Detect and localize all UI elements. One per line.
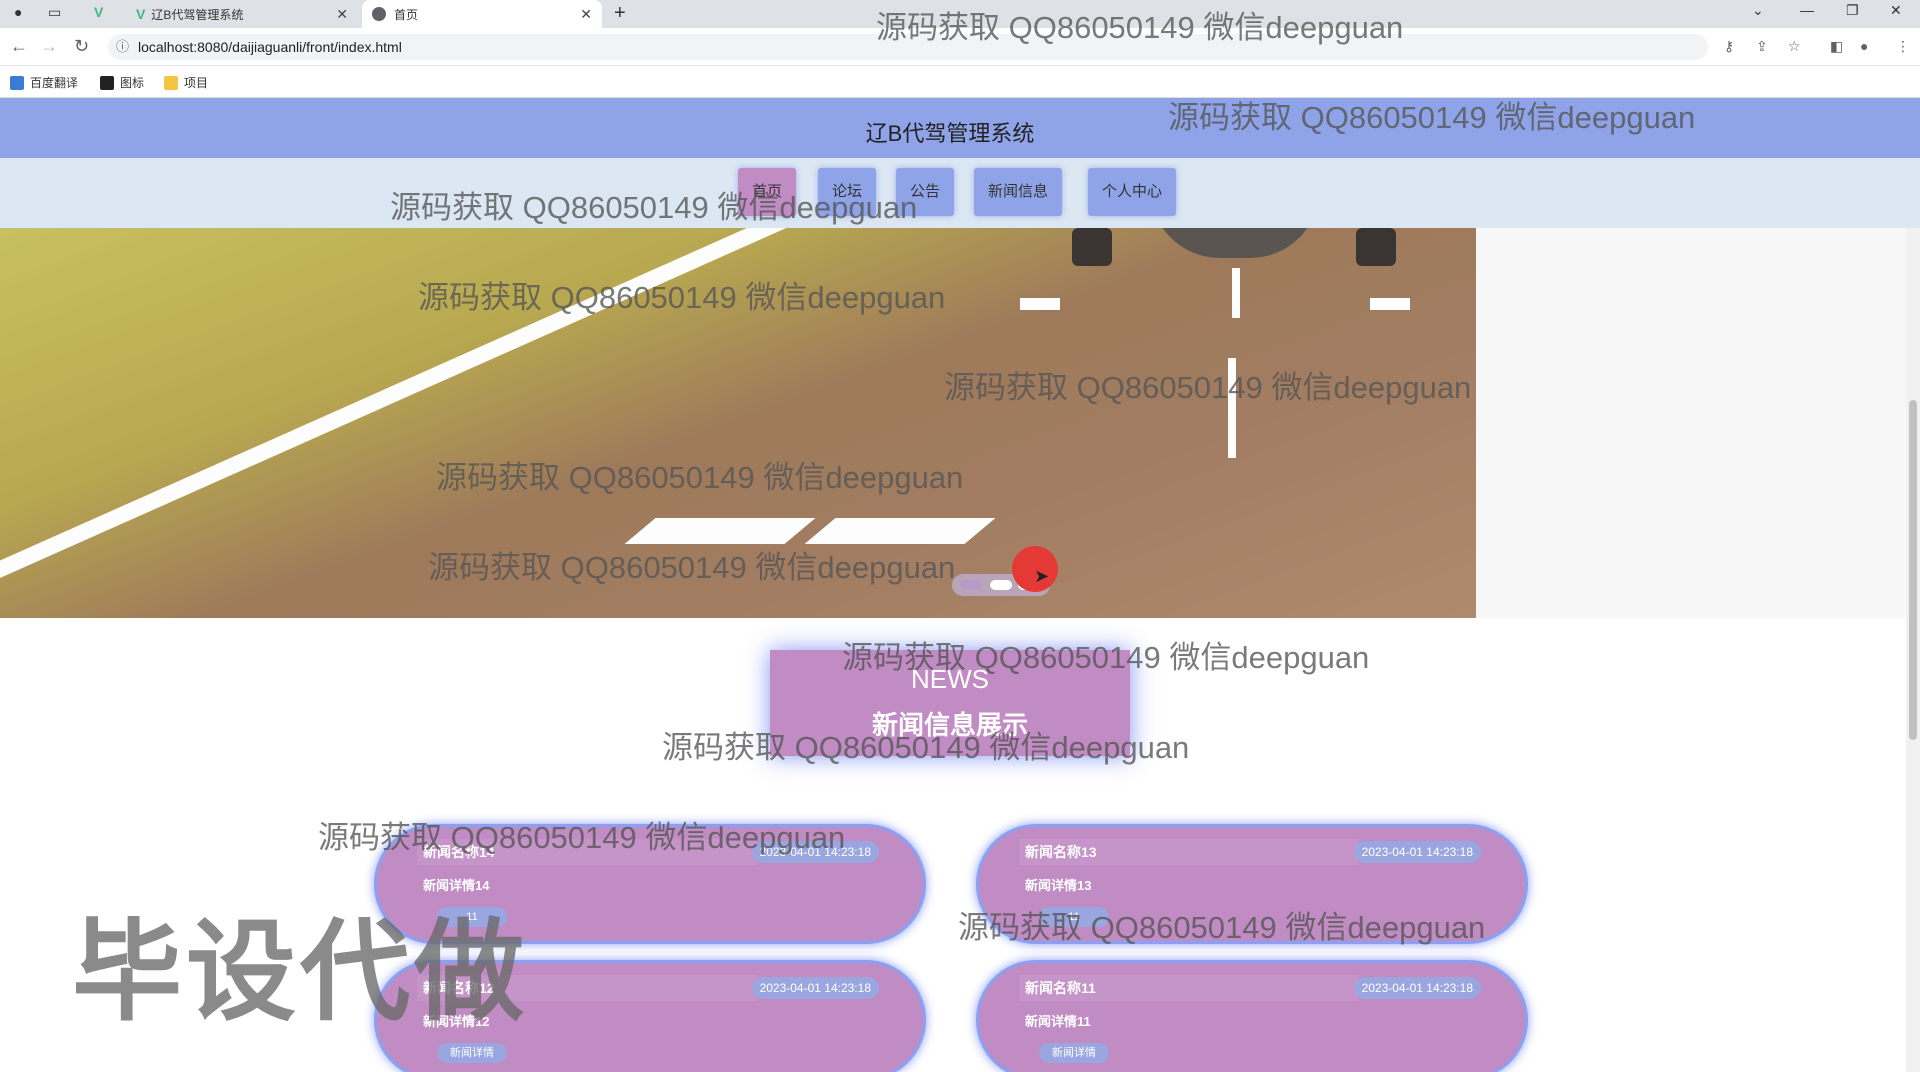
runway-marking	[804, 518, 996, 544]
airplane-image	[1150, 228, 1320, 258]
translate-icon	[10, 75, 24, 90]
tab-system[interactable]: V 辽B代驾管理系统 ✕	[126, 0, 358, 28]
carousel-dot[interactable]	[990, 580, 1012, 590]
airplane-wheel	[1072, 228, 1112, 266]
share-icon[interactable]: ⇪	[1756, 38, 1768, 55]
vue-icon: V	[136, 6, 146, 22]
forward-icon[interactable]: →	[40, 36, 58, 57]
watermark-text: 源码获取 QQ86050149 微信deepguan	[876, 10, 1404, 45]
tab-label: 首页	[394, 7, 419, 22]
scrollbar-thumb[interactable]	[1909, 400, 1917, 740]
tab-label: 辽B代驾管理系统	[151, 7, 244, 22]
restore-button[interactable]: ❐	[1846, 2, 1859, 19]
profile-icon[interactable]: ●	[1860, 38, 1868, 54]
watermark-text: 源码获取 QQ86050149 微信deepguan	[390, 190, 918, 225]
vue-tab-icon[interactable]: V	[94, 4, 103, 20]
back-icon[interactable]: ←	[10, 36, 28, 57]
news-detail: 新闻详情11	[1025, 1014, 1091, 1029]
folder-icon	[164, 75, 178, 90]
bookmark-label: 百度翻译	[30, 76, 79, 90]
chrome-icon: ●	[14, 4, 23, 20]
news-card[interactable]: 新闻名称11 2023-04-01 14:23:18 新闻详情11 新闻详情	[976, 960, 1528, 1072]
watermark-text: 源码获取 QQ86050149 微信deepguan	[958, 910, 1486, 945]
bookmark-item[interactable]: 项目	[164, 74, 208, 91]
news-detail: 新闻详情13	[1025, 878, 1092, 893]
runway-marking	[624, 518, 816, 544]
news-badge: 新闻详情	[1039, 1043, 1109, 1063]
tab-home[interactable]: 首页 ✕	[362, 0, 602, 28]
news-badge: 新闻详情	[437, 1043, 507, 1063]
blank-tab-icon[interactable]: ▭	[48, 4, 61, 21]
url-text: localhost:8080/daijiaguanli/front/index.…	[138, 39, 402, 55]
bookmark-item[interactable]: 图标	[100, 74, 144, 91]
runway-marking	[1370, 298, 1410, 310]
nav-news[interactable]: 新闻信息	[974, 168, 1063, 216]
bookmark-label: 项目	[184, 76, 209, 90]
minimize-button[interactable]: —	[1800, 2, 1814, 18]
news-name: 新闻名称13	[1019, 839, 1359, 865]
close-icon[interactable]: ✕	[336, 6, 348, 23]
info-icon[interactable]: ⓘ	[116, 34, 129, 60]
key-icon[interactable]: ⚷	[1724, 38, 1734, 55]
watermark-text: 源码获取 QQ86050149 微信deepguan	[842, 640, 1370, 675]
nav-profile[interactable]: 个人中心	[1088, 168, 1177, 216]
watermark-text: 源码获取 QQ86050149 微信deepguan	[436, 460, 964, 495]
main-nav: 首页 论坛 公告 新闻信息 个人中心	[0, 158, 1920, 228]
airplane-wheel	[1356, 228, 1396, 266]
tab-search-icon[interactable]: ⌄	[1752, 2, 1764, 19]
bookmark-label: 图标	[120, 76, 145, 90]
watermark-text: 源码获取 QQ86050149 微信deepguan	[1168, 100, 1696, 135]
new-tab-button[interactable]: +	[614, 2, 626, 25]
mouse-cursor-icon: ➤	[1034, 566, 1050, 586]
news-time: 2023-04-01 14:23:18	[751, 977, 879, 999]
news-name: 新闻名称11	[1019, 975, 1359, 1001]
star-icon[interactable]: ☆	[1788, 38, 1801, 55]
runway-centerline	[1232, 268, 1240, 318]
close-window-button[interactable]: ✕	[1890, 2, 1902, 19]
banner-side-area	[1476, 228, 1920, 618]
close-icon[interactable]: ✕	[580, 6, 592, 23]
watermark-text: 源码获取 QQ86050149 微信deepguan	[318, 820, 846, 855]
image-icon	[100, 75, 114, 90]
watermark-text: 源码获取 QQ86050149 微信deepguan	[418, 280, 946, 315]
reload-icon[interactable]: ↻	[74, 36, 89, 57]
carousel-dot[interactable]	[960, 580, 982, 590]
watermark-text: 源码获取 QQ86050149 微信deepguan	[662, 730, 1190, 765]
watermark-text: 源码获取 QQ86050149 微信deepguan	[428, 550, 956, 585]
menu-icon[interactable]: ⋮	[1896, 38, 1910, 55]
watermark-text: 源码获取 QQ86050149 微信deepguan	[944, 370, 1472, 405]
watermark-big-text: 毕设代做	[72, 911, 528, 1034]
page-scrollbar[interactable]	[1906, 228, 1920, 1072]
news-time: 2023-04-01 14:23:18	[1353, 841, 1481, 863]
bookmark-item[interactable]: 百度翻译	[10, 74, 78, 91]
runway-marking	[1020, 298, 1060, 310]
sidepanel-icon[interactable]: ◧	[1830, 38, 1843, 55]
globe-icon	[372, 7, 386, 21]
news-time: 2023-04-01 14:23:18	[1353, 977, 1481, 999]
